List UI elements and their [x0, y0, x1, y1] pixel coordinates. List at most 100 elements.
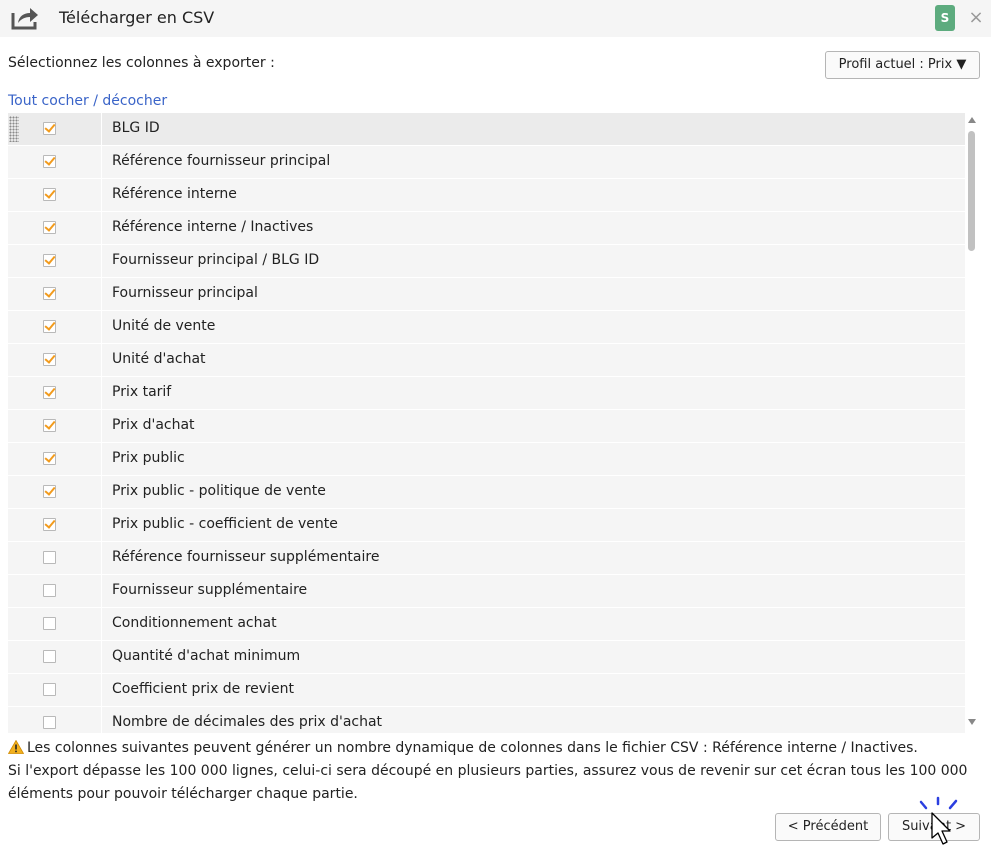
column-label: Conditionnement achat	[112, 615, 277, 631]
column-row[interactable]: Fournisseur principal / BLG ID	[8, 245, 965, 278]
column-label: Fournisseur principal / BLG ID	[112, 252, 320, 268]
column-list: BLG ID Référence fournisseur principal Réf…	[8, 113, 965, 733]
checkbox-cell	[8, 377, 101, 409]
checkbox-cell	[8, 410, 101, 442]
profile-dropdown-button[interactable]: Profil actuel : Prix ▼	[825, 51, 980, 79]
label-cell	[102, 344, 965, 376]
column-label: Unité de vente	[112, 318, 216, 334]
column-label: Coefficient prix de revient	[112, 681, 294, 697]
column-row[interactable]: Référence fournisseur supplémentaire	[8, 542, 965, 575]
column-checkbox[interactable]	[43, 122, 56, 135]
column-checkbox[interactable]	[43, 716, 56, 729]
checkbox-cell	[8, 575, 101, 607]
column-checkbox[interactable]	[43, 584, 56, 597]
column-checkbox[interactable]	[43, 320, 56, 333]
column-row[interactable]: Prix tarif	[8, 377, 965, 410]
column-label: Prix public - politique de vente	[112, 483, 326, 499]
column-checkbox[interactable]	[43, 419, 56, 432]
label-cell	[102, 410, 965, 442]
info-text: Si l'export dépasse les 100 000 lignes, …	[8, 763, 968, 802]
column-row[interactable]: Quantité d'achat minimum	[8, 641, 965, 674]
label-cell	[102, 377, 965, 409]
column-row[interactable]: Prix public - politique de vente	[8, 476, 965, 509]
checkbox-cell	[8, 707, 101, 733]
previous-button[interactable]: < Précédent	[775, 813, 881, 841]
checkbox-cell	[8, 476, 101, 508]
column-label: Fournisseur supplémentaire	[112, 582, 308, 598]
column-checkbox[interactable]	[43, 683, 56, 696]
column-checkbox[interactable]	[43, 551, 56, 564]
checkbox-cell	[8, 245, 101, 277]
column-row[interactable]: Référence fournisseur principal	[8, 146, 965, 179]
user-avatar[interactable]: S	[935, 5, 955, 31]
column-row[interactable]: Conditionnement achat	[8, 608, 965, 641]
column-checkbox[interactable]	[43, 485, 56, 498]
column-label: Prix public	[112, 450, 185, 466]
select-columns-label: Sélectionnez les colonnes à exporter :	[8, 55, 275, 71]
column-row[interactable]: Coefficient prix de revient	[8, 674, 965, 707]
next-button[interactable]: Suivant >	[888, 813, 980, 841]
column-row[interactable]: Référence interne / Inactives	[8, 212, 965, 245]
column-row[interactable]: Prix d'achat	[8, 410, 965, 443]
dialog-titlebar: Télécharger en CSV S ×	[0, 0, 991, 37]
column-label: Unité d'achat	[112, 351, 206, 367]
checkbox-cell	[8, 278, 101, 310]
column-label: Prix tarif	[112, 384, 172, 400]
checkbox-cell	[8, 113, 101, 145]
checkbox-cell	[8, 443, 101, 475]
column-label: Fournisseur principal	[112, 285, 258, 301]
column-checkbox[interactable]	[43, 518, 56, 531]
scroll-thumb[interactable]	[968, 131, 975, 251]
column-row[interactable]: Prix public - coefficient de vente	[8, 509, 965, 542]
scroll-down-arrow-icon[interactable]	[968, 719, 976, 725]
checkbox-cell	[8, 542, 101, 574]
export-icon	[11, 8, 38, 30]
column-checkbox[interactable]	[43, 650, 56, 663]
checkbox-cell	[8, 344, 101, 376]
column-row[interactable]: Nombre de décimales des prix d'achat	[8, 707, 965, 733]
column-label: Quantité d'achat minimum	[112, 648, 301, 664]
toggle-all-link[interactable]: Tout cocher / décocher	[8, 93, 167, 109]
column-label: Référence interne / Inactives	[112, 219, 314, 235]
label-cell	[102, 311, 965, 343]
drag-handle-icon[interactable]	[9, 116, 19, 142]
checkbox-cell	[8, 311, 101, 343]
checkbox-cell	[8, 212, 101, 244]
warning-text: Les colonnes suivantes peuvent générer u…	[27, 740, 918, 756]
close-icon[interactable]: ×	[966, 8, 986, 28]
column-checkbox[interactable]	[43, 254, 56, 267]
checkbox-cell	[8, 608, 101, 640]
warning-icon	[8, 740, 24, 754]
column-checkbox[interactable]	[43, 452, 56, 465]
column-row[interactable]: Référence interne	[8, 179, 965, 212]
column-checkbox[interactable]	[43, 617, 56, 630]
column-label: Prix public - coefficient de vente	[112, 516, 338, 532]
list-scrollbar[interactable]	[966, 113, 978, 733]
column-checkbox[interactable]	[43, 188, 56, 201]
column-label: Référence fournisseur supplémentaire	[112, 549, 380, 565]
column-checkbox[interactable]	[43, 287, 56, 300]
column-label: Référence fournisseur principal	[112, 153, 331, 169]
column-checkbox[interactable]	[43, 221, 56, 234]
warning-message: Les colonnes suivantes peuvent générer u…	[8, 737, 918, 760]
column-row[interactable]: Prix public	[8, 443, 965, 476]
column-checkbox[interactable]	[43, 353, 56, 366]
checkbox-cell	[8, 146, 101, 178]
column-label: Prix d'achat	[112, 417, 195, 433]
dialog-title: Télécharger en CSV	[59, 8, 215, 27]
column-label: Référence interne	[112, 186, 237, 202]
column-row[interactable]: Fournisseur supplémentaire	[8, 575, 965, 608]
checkbox-cell	[8, 179, 101, 211]
column-row[interactable]: Unité d'achat	[8, 344, 965, 377]
column-row[interactable]: Fournisseur principal	[8, 278, 965, 311]
column-label: BLG ID	[112, 120, 160, 136]
checkbox-cell	[8, 641, 101, 673]
checkbox-cell	[8, 674, 101, 706]
column-row[interactable]: BLG ID	[8, 113, 965, 146]
column-row[interactable]: Unité de vente	[8, 311, 965, 344]
label-cell	[102, 443, 965, 475]
label-cell	[102, 113, 965, 145]
scroll-up-arrow-icon[interactable]	[968, 117, 976, 123]
column-checkbox[interactable]	[43, 155, 56, 168]
column-checkbox[interactable]	[43, 386, 56, 399]
